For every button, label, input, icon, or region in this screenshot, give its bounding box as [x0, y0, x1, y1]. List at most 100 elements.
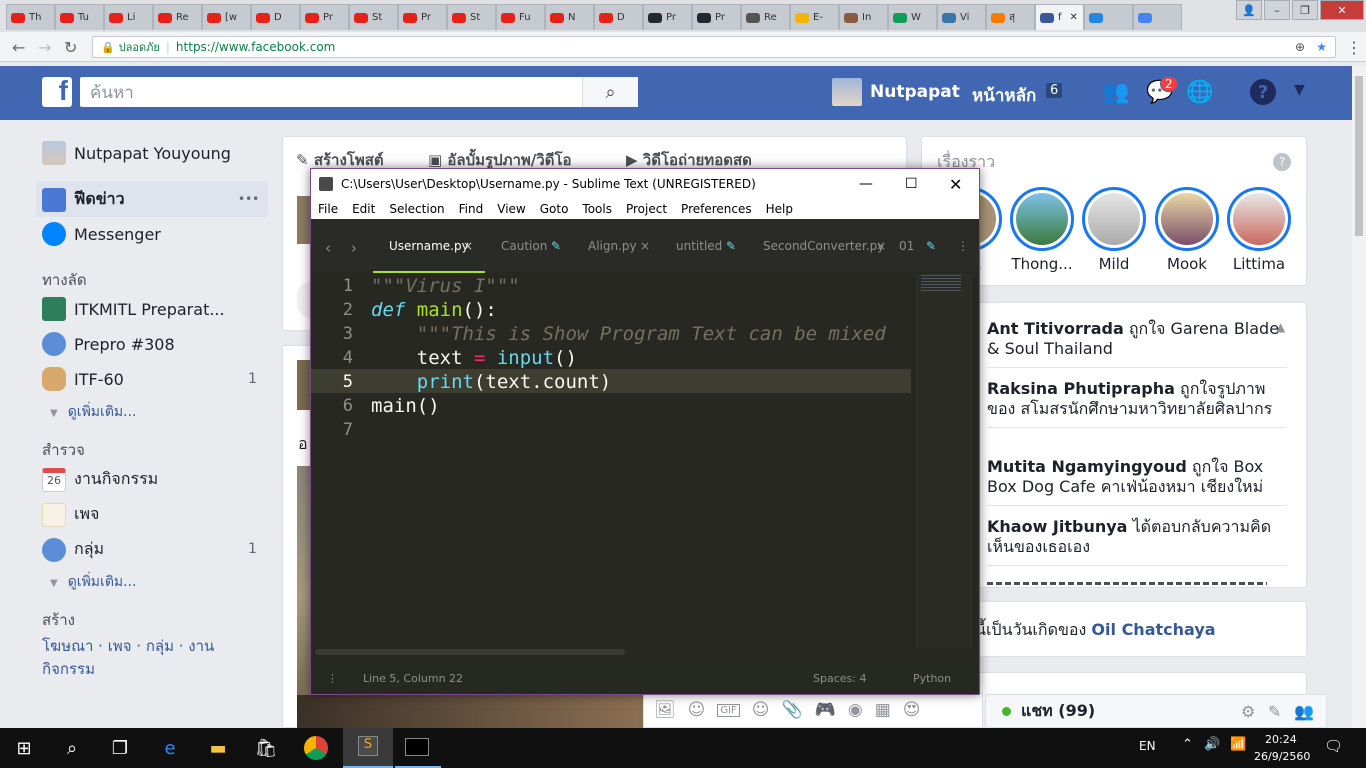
browser-tab[interactable]: [1084, 4, 1133, 30]
menu-project[interactable]: Project: [619, 202, 674, 216]
minimize-button[interactable]: –: [1264, 0, 1290, 20]
left-profile-link[interactable]: Nutpapat Youyoung: [42, 141, 231, 165]
menu-preferences[interactable]: Preferences: [674, 202, 759, 216]
browser-tab[interactable]: W: [888, 4, 937, 30]
scrollbar-thumb[interactable]: [1355, 76, 1363, 236]
close-tab-icon[interactable]: ×: [463, 239, 473, 253]
facebook-logo-icon[interactable]: f: [42, 77, 72, 107]
sticker-icon[interactable]: ☺: [688, 700, 706, 720]
shortcut-item[interactable]: Prepro #308: [42, 332, 175, 356]
shortcut-item[interactable]: ITF-60: [42, 367, 124, 391]
explore-item[interactable]: เพจ: [42, 502, 99, 527]
tab-secondconverter[interactable]: SecondConverter.py: [763, 239, 884, 253]
ticker-item[interactable]: Mutita Ngamyingyoud ถูกใจ Box Box Dog Ca…: [987, 457, 1287, 506]
messenger-link[interactable]: Messenger: [42, 222, 161, 246]
birthday-person-link[interactable]: Oil Chatchaya: [1091, 620, 1215, 639]
menu-help[interactable]: Help: [759, 202, 800, 216]
forward-icon[interactable]: →: [38, 38, 51, 57]
notifications-icon[interactable]: 🗨: [1324, 737, 1343, 755]
browser-tab[interactable]: Tu: [55, 4, 104, 30]
heart-eyes-emoji-icon[interactable]: 😍: [903, 700, 921, 720]
help-icon[interactable]: ?: [1273, 153, 1291, 171]
url-bar[interactable]: 🔒 ปลอดภัย | https://www.facebook.com ⊕ ★: [92, 36, 1336, 58]
emoji-icon[interactable]: ☺: [752, 700, 770, 720]
menu-tools[interactable]: Tools: [575, 202, 619, 216]
tab-scroll-left-icon[interactable]: ‹: [325, 239, 331, 257]
menu-find[interactable]: Find: [452, 202, 491, 216]
browser-tab[interactable]: Th: [6, 4, 55, 30]
chrome-menu-icon[interactable]: ⋮: [1346, 38, 1362, 57]
task-view-icon[interactable]: ❐: [108, 736, 132, 760]
bookmark-star-icon[interactable]: ★: [1316, 40, 1327, 54]
close-button[interactable]: ✕: [949, 175, 962, 194]
notifications-icon[interactable]: 🌐: [1186, 80, 1213, 105]
file-explorer-icon[interactable]: ▬: [206, 736, 230, 760]
clock-date[interactable]: 26/9/2560: [1254, 750, 1310, 763]
more-options-icon[interactable]: •••: [238, 192, 259, 206]
menu-view[interactable]: View: [490, 202, 532, 216]
browser-tab[interactable]: Re: [153, 4, 202, 30]
search-icon[interactable]: ⌕: [582, 77, 638, 107]
page-scrollbar[interactable]: [1352, 66, 1366, 728]
browser-tab[interactable]: [w: [202, 4, 251, 30]
top-profile-name[interactable]: Nutpapat: [870, 82, 960, 102]
horizontal-scrollbar[interactable]: [315, 649, 625, 655]
attachment-icon[interactable]: 📎: [782, 700, 803, 720]
sublime-title-bar[interactable]: C:\Users\User\Desktop\Username.py - Subl…: [311, 169, 979, 199]
menu-selection[interactable]: Selection: [382, 202, 451, 216]
maximize-button[interactable]: ☐: [905, 176, 918, 192]
restore-button[interactable]: ❐: [1292, 0, 1318, 20]
minimize-button[interactable]: —: [859, 176, 873, 192]
browser-tab[interactable]: สุ: [986, 4, 1035, 30]
network-icon[interactable]: 📶: [1230, 737, 1246, 752]
friend-requests-icon[interactable]: 👥: [1102, 80, 1129, 105]
browser-tab[interactable]: In: [839, 4, 888, 30]
browser-tab[interactable]: St: [349, 4, 398, 30]
story-item[interactable]: Mild: [1082, 187, 1146, 273]
tray-chevron-up-icon[interactable]: ⌃: [1182, 737, 1193, 752]
browser-tab[interactable]: E-: [790, 4, 839, 30]
ticker-item[interactable]: Ant Titivorrada ถูกใจ Garena Blade & Sou…: [987, 319, 1287, 368]
browser-tab[interactable]: Vi: [937, 4, 986, 30]
new-group-icon[interactable]: 👥: [1294, 702, 1314, 721]
language-indicator[interactable]: EN: [1139, 739, 1156, 753]
browser-tab[interactable]: Pr: [692, 4, 741, 30]
cmd-taskbar-button[interactable]: [395, 728, 441, 768]
store-icon[interactable]: 🛍: [254, 736, 278, 760]
create-links[interactable]: โฆษณา · เพจ · กลุ่ม · งาน: [42, 634, 214, 658]
home-link[interactable]: หน้าหลัก: [972, 82, 1036, 109]
game-icon[interactable]: 🎮: [815, 700, 836, 720]
avatar[interactable]: [832, 78, 862, 106]
tab-username-py[interactable]: Username.py: [389, 239, 469, 253]
volume-icon[interactable]: 🔊: [1204, 737, 1220, 752]
reload-icon[interactable]: ↻: [64, 38, 77, 57]
back-icon[interactable]: ←: [12, 38, 25, 57]
status-menu-icon[interactable]: ⋮: [327, 672, 338, 685]
account-menu-icon[interactable]: ▼: [1294, 82, 1305, 98]
see-more-link[interactable]: ▼ ดูเพิ่มเติม...: [50, 571, 137, 593]
news-feed-link[interactable]: ฟีดข่าว: [42, 187, 125, 212]
post-image[interactable]: [297, 466, 311, 728]
browser-tab[interactable]: Pr: [398, 4, 447, 30]
tab-align-py[interactable]: Align.py: [588, 239, 637, 253]
chat-bar[interactable]: แชท (99) ⚙ ✎ 👥: [985, 694, 1327, 728]
close-tab-icon[interactable]: ✕: [1070, 12, 1078, 23]
close-button[interactable]: ✕: [1320, 0, 1364, 20]
close-tab-icon[interactable]: ×: [640, 239, 650, 253]
browser-tab[interactable]: [1133, 4, 1182, 30]
browser-tab[interactable]: Li: [104, 4, 153, 30]
gif-icon[interactable]: GIF: [717, 703, 740, 717]
sublime-taskbar-button[interactable]: S: [343, 728, 393, 768]
browser-tab[interactable]: Fu: [496, 4, 545, 30]
story-item[interactable]: Mook: [1155, 187, 1219, 273]
explore-item[interactable]: กลุ่ม: [42, 537, 104, 562]
camera-icon[interactable]: ◉: [848, 700, 863, 720]
explore-item[interactable]: 26 งานกิจกรรม: [42, 467, 158, 492]
compose-icon[interactable]: ✎: [1268, 702, 1281, 721]
see-more-link[interactable]: ▼ ดูเพิ่มเติม...: [50, 401, 137, 423]
ticker-item[interactable]: Khaow Jitbunya ได้ตอบกลับความคิดเห็นของเ…: [987, 517, 1287, 566]
story-item[interactable]: Littima: [1227, 187, 1291, 273]
browser-tab[interactable]: Pr: [300, 4, 349, 30]
edge-browser-icon[interactable]: e: [158, 736, 182, 760]
status-syntax[interactable]: Python: [913, 672, 951, 685]
